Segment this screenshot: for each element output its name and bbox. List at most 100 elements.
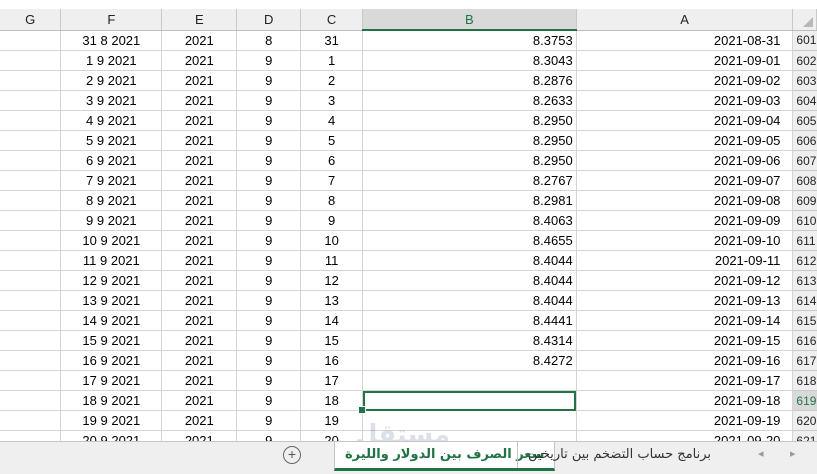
cell-d[interactable]: 9	[236, 50, 302, 71]
cell-b[interactable]: 8.4441	[362, 310, 577, 331]
cell-a[interactable]: 2021-09-06	[576, 150, 794, 171]
cell-c[interactable]: 16	[300, 350, 364, 371]
cell-a[interactable]: 2021-09-09	[576, 210, 794, 231]
row-header[interactable]: 609	[792, 190, 817, 211]
row-header[interactable]: 610	[792, 210, 817, 231]
cell-d[interactable]: 9	[236, 90, 302, 111]
cell-b[interactable]: 8.4655	[362, 230, 577, 251]
cell-a[interactable]: 2021-09-15	[576, 330, 794, 351]
sheet-nav-next-icon[interactable]: ▸	[790, 447, 796, 460]
cell-c[interactable]: 9	[300, 210, 364, 231]
cell-c[interactable]: 14	[300, 310, 364, 331]
cell-e[interactable]: 2021	[161, 230, 238, 251]
cell-g[interactable]	[0, 350, 62, 371]
cell-g[interactable]	[0, 410, 62, 431]
row-header[interactable]: 606	[792, 130, 817, 151]
column-header-g[interactable]: G	[0, 9, 62, 31]
cell-g[interactable]	[0, 70, 62, 91]
cell-c[interactable]: 1	[300, 50, 364, 71]
cell-c[interactable]: 3	[300, 90, 364, 111]
cell-f[interactable]: 19 9 2021	[60, 410, 163, 431]
cell-b[interactable]: 8.4063	[362, 210, 577, 231]
cell-c[interactable]: 7	[300, 170, 364, 191]
row-header[interactable]: 616	[792, 330, 817, 351]
row-header[interactable]: 620	[792, 410, 817, 431]
cell-g[interactable]	[0, 250, 62, 271]
cell-b[interactable]: 8.4272	[362, 350, 577, 371]
cell-d[interactable]: 9	[236, 430, 302, 441]
cell-f[interactable]: 20 9 2021	[60, 430, 163, 441]
tab-inflation-sheet[interactable]: برنامج حساب التضخم بين تاريخين	[517, 442, 721, 468]
cell-f[interactable]: 7 9 2021	[60, 170, 163, 191]
column-header-a[interactable]: A	[576, 9, 794, 31]
cell-b[interactable]: 8.2950	[362, 130, 577, 151]
cell-d[interactable]: 9	[236, 370, 302, 391]
cell-c[interactable]: 19	[300, 410, 364, 431]
cell-d[interactable]: 9	[236, 210, 302, 231]
cell-f[interactable]: 2 9 2021	[60, 70, 163, 91]
cell-e[interactable]: 2021	[161, 130, 238, 151]
cell-g[interactable]	[0, 110, 62, 131]
cell-e[interactable]: 2021	[161, 330, 238, 351]
cell-e[interactable]: 2021	[161, 70, 238, 91]
row-header[interactable]: 602	[792, 50, 817, 71]
cell-e[interactable]: 2021	[161, 150, 238, 171]
cell-e[interactable]: 2021	[161, 410, 238, 431]
cell-f[interactable]: 8 9 2021	[60, 190, 163, 211]
cell-c[interactable]: 5	[300, 130, 364, 151]
cell-d[interactable]: 9	[236, 70, 302, 91]
sheet-nav-prev-icon[interactable]: ◂	[758, 447, 764, 460]
row-header[interactable]: 607	[792, 150, 817, 171]
cell-a[interactable]: 2021-09-17	[576, 370, 794, 391]
cell-f[interactable]: 9 9 2021	[60, 210, 163, 231]
cell-d[interactable]: 9	[236, 190, 302, 211]
cell-e[interactable]: 2021	[161, 110, 238, 131]
row-header[interactable]: 612	[792, 250, 817, 271]
row-header[interactable]: 603	[792, 70, 817, 91]
cell-a[interactable]: 2021-09-18	[576, 390, 794, 411]
cell-d[interactable]: 9	[236, 390, 302, 411]
cell-c[interactable]: 20	[300, 430, 364, 441]
cell-a[interactable]: 2021-09-08	[576, 190, 794, 211]
cell-a[interactable]: 2021-09-10	[576, 230, 794, 251]
cell-g[interactable]	[0, 430, 62, 441]
cell-d[interactable]: 8	[236, 30, 302, 51]
cell-e[interactable]: 2021	[161, 290, 238, 311]
cell-g[interactable]	[0, 310, 62, 331]
cell-f[interactable]: 15 9 2021	[60, 330, 163, 351]
cell-d[interactable]: 9	[236, 330, 302, 351]
cell-b[interactable]	[362, 430, 577, 441]
cell-c[interactable]: 11	[300, 250, 364, 271]
cell-g[interactable]	[0, 210, 62, 231]
cell-e[interactable]: 2021	[161, 390, 238, 411]
row-header[interactable]: 601	[792, 30, 817, 51]
cell-b[interactable]: 8.2950	[362, 150, 577, 171]
cell-d[interactable]: 9	[236, 150, 302, 171]
select-all-corner[interactable]	[792, 9, 817, 31]
cell-g[interactable]	[0, 130, 62, 151]
cell-g[interactable]	[0, 90, 62, 111]
cell-c[interactable]: 4	[300, 110, 364, 131]
cell-d[interactable]: 9	[236, 170, 302, 191]
cell-c[interactable]: 8	[300, 190, 364, 211]
cell-f[interactable]: 4 9 2021	[60, 110, 163, 131]
cell-c[interactable]: 13	[300, 290, 364, 311]
cell-f[interactable]: 16 9 2021	[60, 350, 163, 371]
cell-d[interactable]: 9	[236, 130, 302, 151]
cell-d[interactable]: 9	[236, 410, 302, 431]
cell-b[interactable]: 8.3043	[362, 50, 577, 71]
cell-e[interactable]: 2021	[161, 310, 238, 331]
cell-b[interactable]: 8.2981	[362, 190, 577, 211]
cell-f[interactable]: 5 9 2021	[60, 130, 163, 151]
cell-b[interactable]: 8.4314	[362, 330, 577, 351]
cell-a[interactable]: 2021-09-13	[576, 290, 794, 311]
column-header-b[interactable]: B	[362, 9, 577, 31]
cell-g[interactable]	[0, 150, 62, 171]
cell-c[interactable]: 17	[300, 370, 364, 391]
cell-e[interactable]: 2021	[161, 270, 238, 291]
cell-g[interactable]	[0, 270, 62, 291]
row-header[interactable]: 614	[792, 290, 817, 311]
cell-g[interactable]	[0, 370, 62, 391]
cell-a[interactable]: 2021-08-31	[576, 30, 794, 51]
cell-a[interactable]: 2021-09-12	[576, 270, 794, 291]
